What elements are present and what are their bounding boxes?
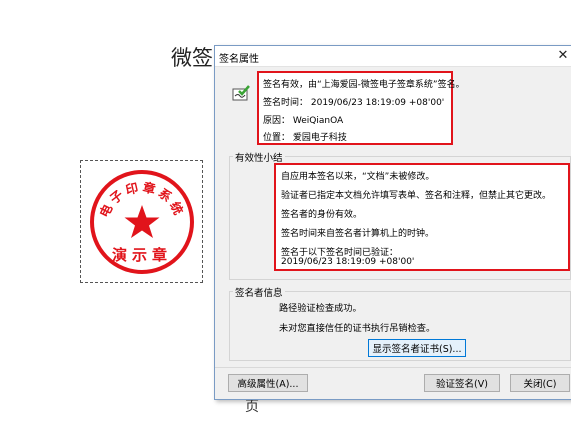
show-signer-certificate-button[interactable]: 显示签名者证书(S)... — [368, 339, 466, 357]
dialog-footer-divider — [215, 367, 571, 368]
dialog-title: 签名属性 — [219, 54, 259, 65]
electronic-seal-image: 电子印章系统 演示章 — [90, 170, 194, 274]
signature-properties-dialog: 签名属性 ✕ 签名有效，由“上海爱园-微签电子签章系统”签名。 签名时间： 20… — [214, 45, 571, 400]
signature-reason-text: 原因： WeiQianOA — [263, 116, 344, 126]
seal-bottom-text: 演示章 — [112, 246, 172, 264]
verify-signature-button[interactable]: 验证签名(V) — [424, 374, 500, 392]
advanced-properties-button[interactable]: 高级属性(A)... — [228, 374, 308, 392]
validity-line: 验证者已指定本文档允许填写表单、签名和注释，但禁止其它更改。 — [281, 191, 552, 201]
validity-line: 自应用本签名以来，“文档”未被修改。 — [281, 172, 435, 182]
signature-location-text: 位置： 爱园电子科技 — [263, 133, 347, 143]
close-button[interactable]: 关闭(C) — [510, 374, 570, 392]
validity-summary-box: 自应用本签名以来，“文档”未被修改。 验证者已指定本文档允许填写表单、签名和注释… — [274, 163, 570, 271]
validity-line: 2019/06/23 18:19:09 +08'00' — [281, 257, 415, 267]
valid-signature-icon — [232, 85, 250, 101]
document-title: 微签 — [171, 46, 213, 70]
signer-heading: 签名者信息 — [233, 285, 285, 299]
signature-time-text: 签名时间： 2019/06/23 18:19:09 +08'00' — [263, 98, 445, 108]
close-icon[interactable]: ✕ — [555, 46, 571, 65]
validity-heading: 有效性小结 — [233, 150, 285, 164]
signature-summary-box: 签名有效，由“上海爱园-微签电子签章系统”签名。 签名时间： 2019/06/2… — [257, 71, 465, 145]
signature-field[interactable]: 电子印章系统 演示章 — [80, 160, 203, 283]
validity-line: 签名者的身份有效。 — [281, 210, 363, 220]
signer-info-line: 路径验证检查成功。 — [279, 303, 362, 314]
dialog-titlebar: 签名属性 ✕ — [215, 46, 571, 67]
seal-star-icon — [124, 205, 160, 238]
signature-status-text: 签名有效，由“上海爱园-微签电子签章系统”签名。 — [263, 80, 465, 90]
signer-info-line: 未对您直接信任的证书执行吊销检查。 — [279, 323, 436, 334]
validity-line: 签名时间来自签名者计算机上的时钟。 — [281, 229, 435, 239]
